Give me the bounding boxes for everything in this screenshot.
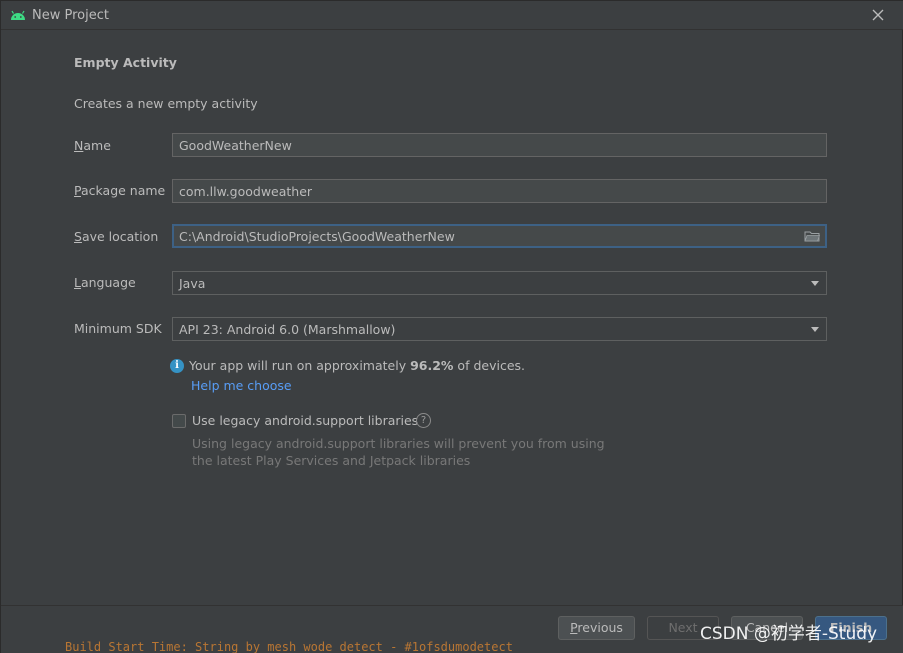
minimum-sdk-select[interactable]: API 23: Android 6.0 (Marshmallow) <box>172 317 827 341</box>
chevron-down-icon <box>811 281 819 286</box>
csdn-watermark: CSDN @初学者-Study <box>700 624 878 644</box>
android-icon <box>11 10 25 20</box>
package-label-rest: ackage name <box>80 183 166 198</box>
package-name-label: Package name <box>74 183 165 198</box>
name-field[interactable]: GoodWeatherNew <box>172 133 827 157</box>
save-location-label: Save location <box>74 229 158 244</box>
language-label-mnemonic: L <box>74 275 81 290</box>
chevron-down-icon <box>811 327 819 332</box>
save-label-mnemonic: S <box>74 229 82 244</box>
coverage-suffix: of devices. <box>453 358 525 373</box>
legacy-support-checkbox[interactable] <box>172 414 186 428</box>
name-label: Name <box>74 138 111 153</box>
language-select[interactable]: Java <box>172 271 827 295</box>
name-label-rest: ame <box>83 138 111 153</box>
title-bar: New Project <box>1 1 903 30</box>
close-icon[interactable] <box>867 5 889 25</box>
language-value: Java <box>179 276 206 291</box>
package-name-field[interactable]: com.llw.goodweather <box>172 179 827 203</box>
language-label: Language <box>74 275 136 290</box>
help-me-choose-link[interactable]: Help me choose <box>191 378 292 393</box>
device-coverage-text: Your app will run on approximately 96.2%… <box>189 358 525 373</box>
browse-folder-icon[interactable] <box>804 229 820 243</box>
coverage-prefix: Your app will run on approximately <box>189 358 411 373</box>
background-code-text: Build Start Time: String by mesh wode de… <box>65 640 513 653</box>
package-label-mnemonic: P <box>74 183 81 198</box>
hint-line-2: the latest Play Services and Jetpack lib… <box>192 453 471 468</box>
previous-rest: revious <box>577 620 623 635</box>
dialog-content: Empty Activity Creates a new empty activ… <box>1 30 903 605</box>
package-value: com.llw.goodweather <box>179 184 313 199</box>
language-label-rest: anguage <box>80 275 136 290</box>
coverage-percent: 96.2% <box>410 358 454 373</box>
name-label-mnemonic: N <box>74 138 84 153</box>
template-heading: Empty Activity <box>74 55 177 70</box>
legacy-support-hint: Using legacy android.support libraries w… <box>192 435 605 469</box>
hint-line-1: Using legacy android.support libraries w… <box>192 436 605 451</box>
template-description: Creates a new empty activity <box>74 96 258 111</box>
save-label-rest: ave location <box>81 229 159 244</box>
new-project-dialog: New Project Empty Activity Creates a new… <box>0 0 903 653</box>
save-location-value: C:\Android\StudioProjects\GoodWeatherNew <box>179 229 455 244</box>
name-value: GoodWeatherNew <box>179 138 292 153</box>
minimum-sdk-value: API 23: Android 6.0 (Marshmallow) <box>179 322 396 337</box>
dialog-title: New Project <box>32 8 109 23</box>
save-location-field[interactable]: C:\Android\StudioProjects\GoodWeatherNew <box>172 224 827 248</box>
help-question-icon[interactable]: ? <box>416 413 431 428</box>
legacy-support-label[interactable]: Use legacy android.support libraries <box>192 413 418 428</box>
info-icon: i <box>170 359 184 373</box>
minimum-sdk-label: Minimum SDK <box>74 321 162 336</box>
previous-button[interactable]: Previous <box>558 616 635 640</box>
